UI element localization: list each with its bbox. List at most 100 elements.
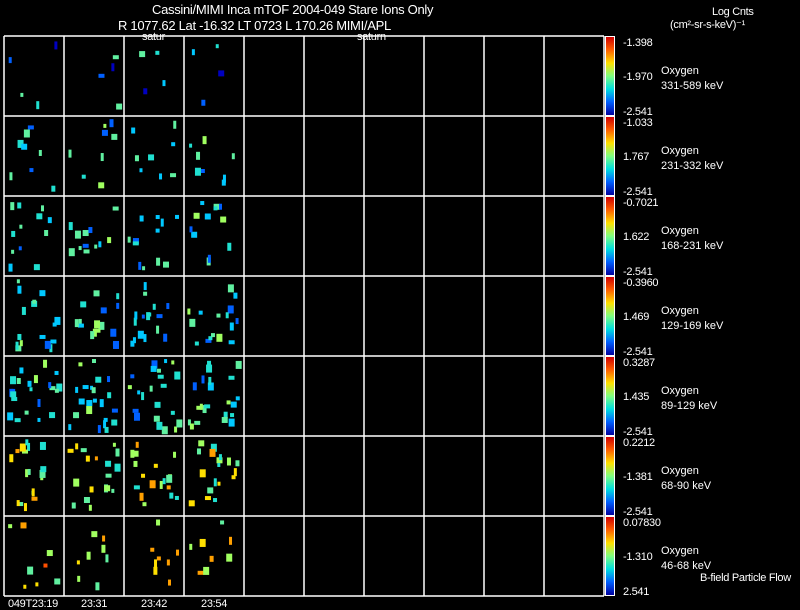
heatmap-cell bbox=[25, 469, 29, 478]
heatmap-cell bbox=[32, 299, 37, 304]
energy-label: 168-231 keV bbox=[661, 240, 724, 252]
colorbar-min: 2.541 bbox=[623, 586, 650, 598]
heatmap-cell bbox=[235, 396, 240, 401]
panel-label: Oxygen 46-68 keV bbox=[661, 544, 711, 574]
heatmap-cell bbox=[220, 520, 225, 525]
heatmap-cell bbox=[162, 261, 169, 268]
heatmap-cell bbox=[127, 385, 132, 390]
heatmap-cell bbox=[203, 566, 210, 575]
heatmap-cell bbox=[36, 213, 43, 220]
heatmap-cell bbox=[138, 261, 142, 270]
heatmap-cell bbox=[23, 584, 27, 589]
heatmap-cell bbox=[162, 80, 166, 87]
heatmap-cell bbox=[208, 376, 212, 385]
heatmap-cell bbox=[231, 153, 235, 160]
heatmap-cell bbox=[39, 441, 46, 450]
heatmap-cell bbox=[197, 570, 204, 575]
heatmap-cell bbox=[96, 328, 101, 333]
heatmap-cell bbox=[39, 334, 46, 339]
energy-label: 129-169 keV bbox=[661, 320, 724, 332]
heatmap-cell bbox=[166, 474, 173, 483]
heatmap-cell bbox=[20, 92, 24, 97]
heatmap-cell bbox=[24, 410, 29, 415]
heatmap-cell bbox=[43, 563, 48, 568]
heatmap-cell bbox=[98, 73, 105, 78]
heatmap-cell bbox=[198, 310, 203, 315]
heatmap-cell bbox=[80, 301, 87, 308]
heatmap-cell bbox=[160, 383, 167, 388]
heatmap-cell bbox=[199, 469, 206, 478]
heatmap-cell bbox=[99, 399, 104, 408]
heatmap-cell bbox=[95, 376, 102, 383]
heatmap-cell bbox=[78, 246, 82, 251]
heatmap-cell bbox=[235, 360, 242, 369]
heatmap-cell bbox=[191, 49, 195, 56]
heatmap-cell bbox=[204, 404, 211, 409]
heatmap-cell bbox=[91, 359, 96, 364]
heatmap-cell bbox=[27, 125, 34, 130]
heatmap-cell bbox=[35, 582, 39, 587]
heatmap-cell bbox=[166, 303, 170, 310]
colorbar-max: 0.07830 bbox=[623, 517, 661, 529]
heatmap-cell bbox=[54, 41, 58, 50]
heatmap-cell bbox=[189, 318, 196, 327]
heatmap-cell bbox=[111, 63, 115, 72]
heatmap-cell bbox=[228, 375, 235, 380]
heatmap-cell bbox=[102, 535, 106, 542]
heatmap-cell bbox=[150, 365, 157, 372]
heatmap-cell bbox=[196, 151, 201, 160]
heatmap-cell bbox=[155, 228, 160, 233]
heatmap-cell bbox=[29, 387, 33, 392]
heatmap-cell bbox=[218, 70, 225, 77]
heatmap-cell bbox=[111, 408, 118, 413]
heatmap-cell bbox=[207, 487, 214, 494]
heatmap-cell bbox=[207, 254, 211, 263]
species-label: Oxygen bbox=[661, 545, 699, 557]
heatmap-cell bbox=[225, 312, 229, 319]
heatmap-cell bbox=[143, 88, 148, 95]
heatmap-cell bbox=[101, 129, 108, 136]
heatmap-cell bbox=[207, 360, 212, 367]
heatmap-cell bbox=[74, 230, 81, 239]
heatmap-cell bbox=[194, 167, 201, 176]
heatmap-cell bbox=[230, 401, 237, 408]
heatmap-cell bbox=[109, 119, 114, 128]
heatmap-cell bbox=[134, 155, 139, 162]
heatmap-cell bbox=[133, 485, 140, 490]
heatmap-cell bbox=[68, 222, 73, 231]
heatmap-cell bbox=[132, 241, 139, 246]
heatmap-cell bbox=[215, 44, 219, 49]
colorbar-max: 0.2212 bbox=[623, 437, 655, 449]
heatmap-cell bbox=[17, 202, 22, 209]
heatmap-cell bbox=[201, 99, 206, 106]
heatmap-cell bbox=[107, 237, 112, 244]
heatmap-cell bbox=[204, 496, 211, 501]
heatmap-cell bbox=[107, 392, 112, 399]
heatmap-cell bbox=[155, 215, 160, 220]
heatmap-cell bbox=[157, 374, 164, 379]
heatmap-cell bbox=[19, 367, 24, 374]
heatmap-cell bbox=[68, 424, 72, 431]
heatmap-cell bbox=[68, 248, 75, 257]
heatmap-cell bbox=[97, 425, 101, 434]
heatmap-cell bbox=[226, 553, 233, 562]
heatmap-cell bbox=[111, 488, 115, 493]
heatmap-cell bbox=[132, 408, 139, 413]
heatmap-cell bbox=[37, 417, 41, 422]
heatmap-cell bbox=[11, 397, 18, 402]
heatmap-cell bbox=[83, 496, 90, 503]
heatmap-cell bbox=[127, 236, 131, 243]
panel-label: Oxygen 231-332 keV bbox=[661, 144, 723, 174]
heatmap-cell bbox=[209, 448, 216, 457]
heatmap-cell bbox=[31, 496, 38, 501]
heatmap-cell bbox=[112, 206, 119, 211]
heatmap-cell bbox=[139, 492, 144, 501]
colorbar-mid: 1.622 bbox=[623, 231, 650, 243]
heatmap-cell bbox=[116, 293, 120, 300]
heatmap-cell bbox=[25, 439, 29, 446]
heatmap-cell bbox=[8, 524, 13, 529]
heatmap-cell bbox=[139, 168, 143, 173]
heatmap-cell bbox=[159, 480, 163, 489]
colorbar bbox=[605, 436, 615, 516]
heatmap-cell bbox=[115, 448, 120, 457]
